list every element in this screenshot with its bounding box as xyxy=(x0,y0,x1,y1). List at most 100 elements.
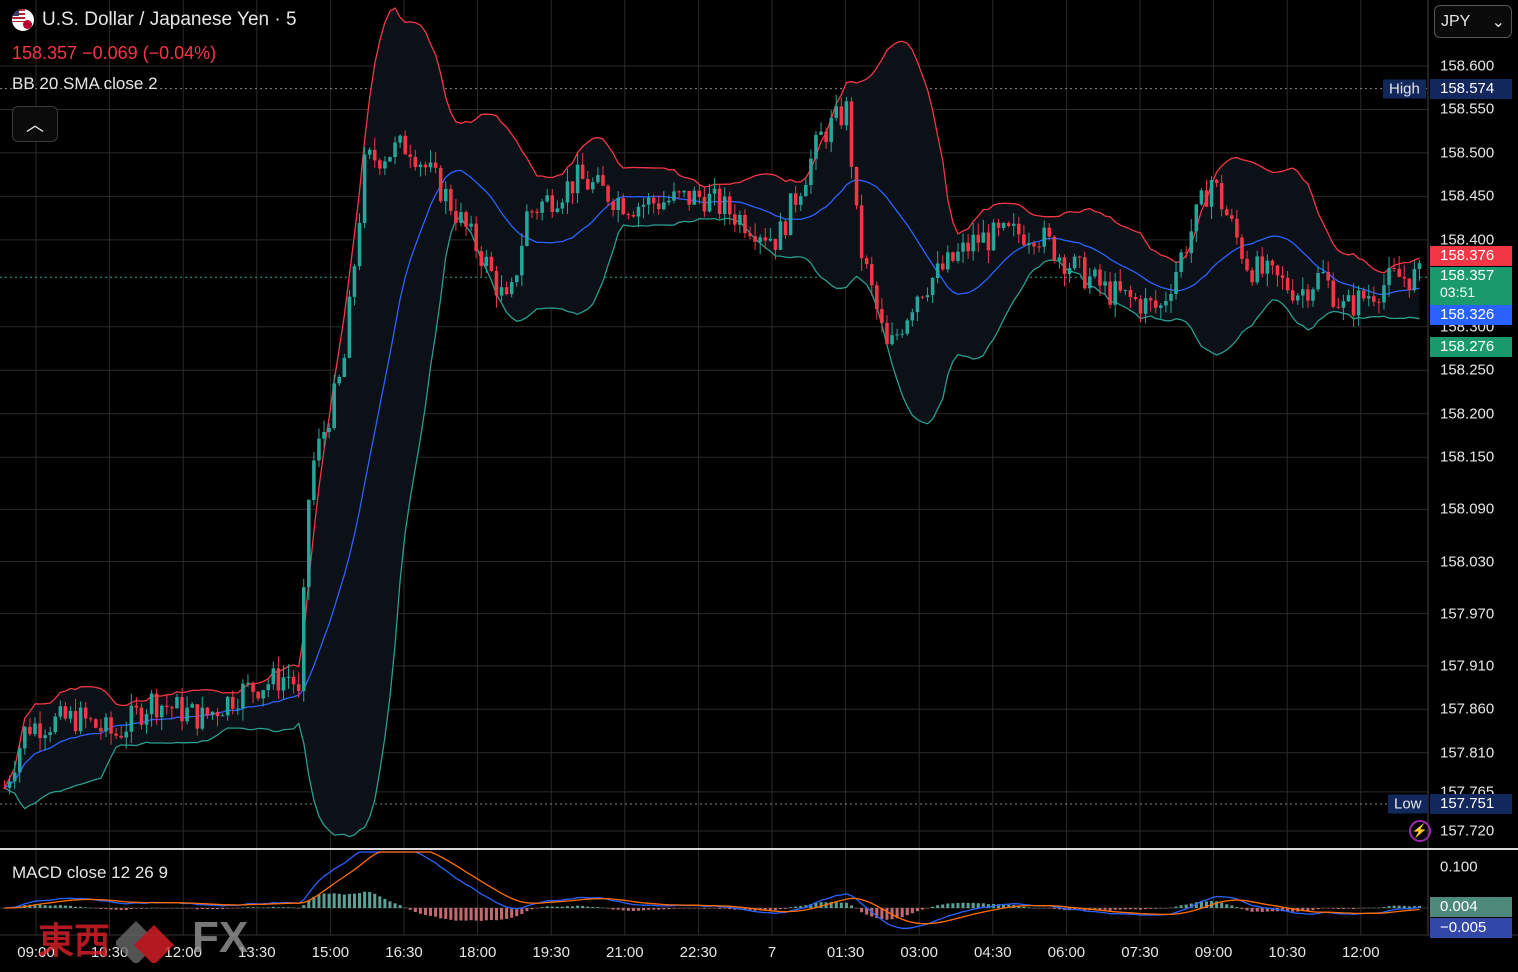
candle-body xyxy=(1280,275,1285,278)
candle-body xyxy=(251,682,255,692)
candle-body xyxy=(1093,269,1097,277)
macd-histogram-bar xyxy=(647,908,651,910)
candle-body xyxy=(372,149,377,161)
candle-body xyxy=(53,716,58,733)
candle-body xyxy=(393,142,397,158)
candle-body xyxy=(195,704,200,729)
candle-body xyxy=(38,723,42,739)
macd-histogram-bar xyxy=(1357,908,1361,909)
candle-body xyxy=(1209,180,1214,207)
price-chart[interactable] xyxy=(0,0,1518,972)
candle-body xyxy=(900,333,904,335)
price-axis-label: 157.720 xyxy=(1440,822,1495,840)
candle-body xyxy=(109,717,113,734)
candle-body xyxy=(1387,268,1391,286)
candle-body xyxy=(139,707,144,725)
macd-histogram-bar xyxy=(1108,908,1112,911)
price-axis-label: 158.150 xyxy=(1440,448,1495,466)
candle-body xyxy=(1275,265,1280,276)
macd-histogram-bar xyxy=(601,907,605,909)
candle-body xyxy=(961,242,965,252)
macd-histogram-bar xyxy=(773,908,777,911)
bollinger-legend[interactable]: BB 20 SMA close 2 xyxy=(12,74,158,94)
candle-body xyxy=(7,781,12,788)
candle-body xyxy=(241,683,245,709)
macd-histogram-bar xyxy=(134,908,138,909)
macd-histogram-bar xyxy=(231,908,235,909)
candle-body xyxy=(418,164,423,168)
macd-histogram-bar xyxy=(408,908,412,910)
candle-body xyxy=(58,706,63,717)
candle-body xyxy=(636,206,641,217)
macd-histogram-bar xyxy=(571,906,575,908)
price-axis-label: 158.600 xyxy=(1440,57,1495,75)
candle-body xyxy=(829,117,833,143)
low-label: Low xyxy=(1388,794,1428,814)
macd-histogram-bar xyxy=(545,906,549,908)
macd-histogram-bar xyxy=(1341,908,1345,909)
candle-body xyxy=(930,278,935,296)
macd-legend[interactable]: MACD close 12 26 9 xyxy=(12,863,168,883)
macd-histogram-bar xyxy=(819,902,823,908)
candle-body xyxy=(697,190,702,198)
time-axis-label: 18:00 xyxy=(458,944,497,961)
candle-body xyxy=(1042,227,1046,247)
candle-body xyxy=(317,438,321,461)
candle-body xyxy=(454,210,458,223)
macd-histogram-bar xyxy=(74,906,78,908)
macd-histogram-bar xyxy=(936,905,940,908)
candle-body xyxy=(814,134,818,159)
macd-histogram-bar xyxy=(175,907,179,909)
macd-histogram-bar xyxy=(961,902,965,908)
candle-body xyxy=(565,181,570,203)
lightning-icon[interactable]: ⚡ xyxy=(1409,820,1431,842)
time-axis-label: 19:30 xyxy=(532,944,570,961)
macd-histogram-bar xyxy=(89,907,93,909)
candle-body xyxy=(205,707,210,716)
macd-histogram-bar xyxy=(581,905,585,908)
macd-histogram-bar xyxy=(596,907,600,908)
macd-histogram-bar xyxy=(1169,907,1173,909)
symbol-legend[interactable]: U.S. Dollar / Japanese Yen · 5 xyxy=(12,9,297,31)
macd-histogram-bar xyxy=(449,908,453,920)
candle-body xyxy=(1001,223,1006,228)
candle-body xyxy=(398,135,402,143)
candle-body xyxy=(1356,290,1361,316)
candle-body xyxy=(824,131,828,143)
macd-histogram-bar xyxy=(586,906,590,908)
symbol-title[interactable]: U.S. Dollar / Japanese Yen · 5 xyxy=(42,9,297,31)
candle-body xyxy=(357,223,362,267)
macd-histogram-bar xyxy=(271,906,275,908)
macd-histogram-bar xyxy=(900,908,904,918)
candle-body xyxy=(1052,236,1057,261)
candle-body xyxy=(804,184,808,197)
macd-histogram-bar xyxy=(84,907,88,908)
macd-histogram-bar xyxy=(1042,907,1046,909)
candle-body xyxy=(1088,276,1092,289)
macd-histogram-bar xyxy=(682,908,686,909)
macd-histogram-bar xyxy=(1220,902,1224,908)
candle-body xyxy=(459,212,463,223)
currency-select[interactable]: JPY ⌄ xyxy=(1434,5,1512,38)
candle-body xyxy=(1184,252,1188,254)
macd-histogram-bar xyxy=(109,908,113,910)
candle-body xyxy=(362,154,367,224)
candle-body xyxy=(1148,298,1153,301)
candle-body xyxy=(190,704,194,708)
candle-body xyxy=(1057,257,1062,261)
macd-histogram-bar xyxy=(677,908,681,909)
collapse-legend-button[interactable]: ︿ xyxy=(12,106,58,142)
macd-histogram-bar xyxy=(474,908,478,921)
candle-body xyxy=(200,707,205,729)
macd-histogram-bar xyxy=(1311,908,1315,911)
candle-body xyxy=(1072,256,1077,269)
candle-body xyxy=(236,708,240,710)
candle-body xyxy=(656,203,661,210)
candle-body xyxy=(798,196,803,205)
candle-body xyxy=(768,238,773,241)
macd-histogram-bar xyxy=(1321,908,1325,909)
candle-body xyxy=(687,190,691,205)
dongxi-fx-logo: 東西 FX xyxy=(38,912,248,964)
macd-histogram-bar xyxy=(129,908,133,910)
candle-body xyxy=(1224,209,1229,216)
